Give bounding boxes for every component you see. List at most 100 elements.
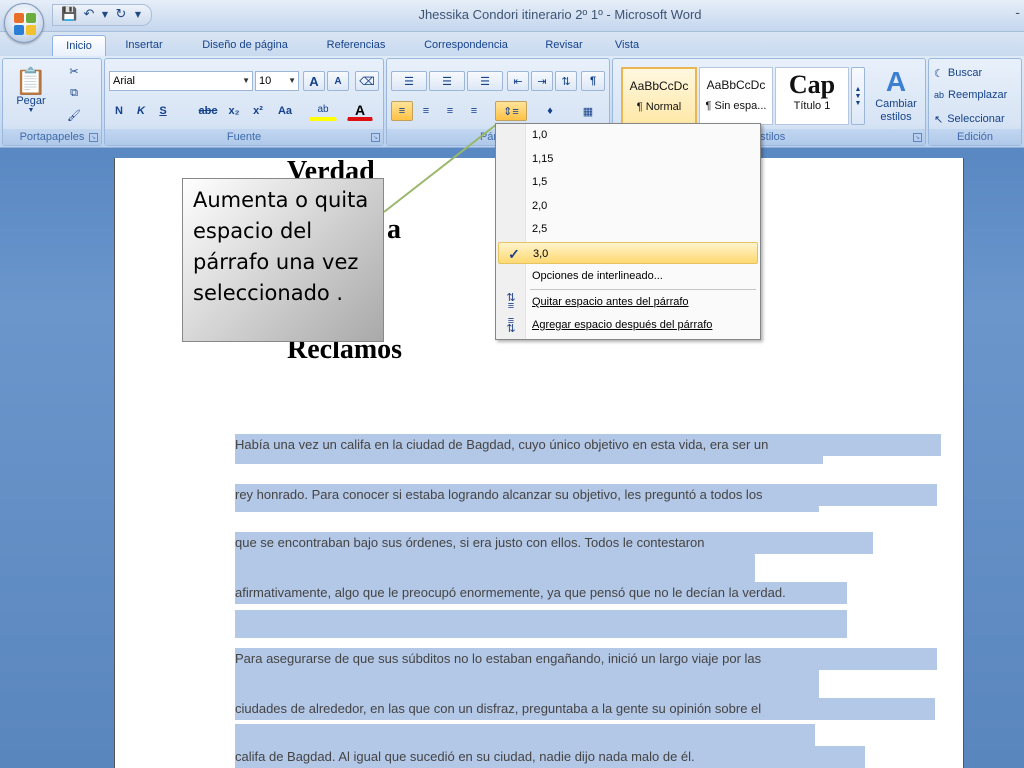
find-button[interactable]: ☾ Buscar xyxy=(933,63,1021,83)
menu-item-spacing-2-5[interactable]: 2,5 xyxy=(498,218,758,240)
checkmark-icon: ✓ xyxy=(508,246,520,262)
line-spacing-button[interactable]: ⇕≡ xyxy=(495,101,527,121)
grow-font-button[interactable]: A xyxy=(303,71,325,91)
paragraph-line: ciudades de alrededor, en las que con un… xyxy=(235,698,935,720)
menu-item-spacing-1-5[interactable]: 1,5 xyxy=(498,171,758,193)
cut-button[interactable]: ✂ xyxy=(63,61,85,81)
numbered-list-icon: ☰ xyxy=(442,75,452,88)
strikethrough-button[interactable]: abc xyxy=(195,101,221,121)
chevron-down-icon: ▼ xyxy=(288,76,296,85)
paste-button[interactable]: 📋 Pegar ▼ xyxy=(7,61,55,119)
align-center-button[interactable]: ≡ xyxy=(415,101,437,121)
styles-scroll-button[interactable]: ▲ ▼ ▼ xyxy=(851,67,865,125)
undo-dropdown-icon[interactable]: ▼ xyxy=(101,7,109,23)
remove-space-before-icon: ⇅ ≡ xyxy=(506,292,516,312)
editing-group-label: Edición xyxy=(929,129,1021,145)
numbering-button[interactable]: ☰ xyxy=(429,71,465,91)
shrink-font-button[interactable]: A xyxy=(327,71,349,91)
show-marks-button[interactable]: ¶ xyxy=(581,71,605,91)
font-name-combo[interactable]: Arial ▼ xyxy=(109,71,253,91)
justify-button[interactable]: ≡ xyxy=(463,101,485,121)
select-button[interactable]: ↖ Seleccionar xyxy=(933,109,1021,129)
clear-format-button[interactable]: ⌫ xyxy=(355,71,379,91)
clipboard-icon: 📋 xyxy=(14,65,48,96)
brush-icon: 🖌 xyxy=(67,109,81,122)
tab-correspondencia[interactable]: Correspondencia xyxy=(410,35,522,56)
menu-item-add-space-after[interactable]: ≡ ⇅ Agregar espacio después del párrafo xyxy=(498,314,758,336)
clipboard-group: 📋 Pegar ▼ ✂ ⧉ 🖌 Portapapeles ↘ xyxy=(2,58,102,146)
clipboard-group-label: Portapapeles xyxy=(3,129,101,145)
style-normal[interactable]: AaBbCcDc ¶ Normal xyxy=(621,67,697,125)
bold-button[interactable]: N xyxy=(109,101,129,121)
window-title: Jhessika Condori itinerario 2º 1º - Micr… xyxy=(418,7,702,22)
superscript-button[interactable]: x² xyxy=(247,101,269,121)
save-icon[interactable]: 💾 xyxy=(61,7,77,23)
format-painter-button[interactable]: 🖌 xyxy=(63,105,85,125)
more-icon: ▼ xyxy=(854,99,862,107)
style-heading1[interactable]: Cap Título 1 xyxy=(775,67,849,125)
copy-button[interactable]: ⧉ xyxy=(63,83,85,103)
office-logo-icon xyxy=(14,13,36,35)
style-no-spacing[interactable]: AaBbCcDc ¶ Sin espa... xyxy=(699,67,773,125)
font-group: Arial ▼ 10 ▼ A A ⌫ N K S abc x₂ x² Aa ab A… xyxy=(104,58,384,146)
tab-referencias[interactable]: Referencias xyxy=(316,35,396,56)
increase-indent-button[interactable]: ⇥ xyxy=(531,71,553,91)
clipboard-launcher-icon[interactable]: ↘ xyxy=(89,133,98,142)
border-icon: ▦ xyxy=(582,105,594,118)
line-spacing-menu: 1,0 1,15 1,5 2,0 2,5 ✓ 3,0 Opciones de i… xyxy=(495,123,761,340)
indent-icon: ⇥ xyxy=(537,75,547,88)
redo-icon[interactable]: ↻ xyxy=(113,7,129,23)
font-launcher-icon[interactable]: ↘ xyxy=(371,133,380,142)
tab-revisar[interactable]: Revisar xyxy=(536,35,592,56)
highlight-button[interactable]: ab xyxy=(309,101,337,121)
menu-item-spacing-1-0[interactable]: 1,0 xyxy=(498,124,758,146)
tab-vista[interactable]: Vista xyxy=(604,35,650,56)
office-button[interactable] xyxy=(4,3,44,43)
change-styles-button[interactable]: A Cambiar estilos xyxy=(867,61,925,129)
font-size-combo[interactable]: 10 ▼ xyxy=(255,71,299,91)
subscript-button[interactable]: x₂ xyxy=(223,101,245,121)
styles-launcher-icon[interactable]: ↘ xyxy=(913,133,922,142)
eraser-icon: ⌫ xyxy=(359,75,375,88)
borders-button[interactable]: ▦ xyxy=(571,101,605,121)
editing-group: ☾ Buscar ab Reemplazar ↖ Seleccionar Edició… xyxy=(928,58,1022,146)
annotation-callout: Aumenta o quita espacio del párrafo una … xyxy=(182,178,384,342)
sort-icon: ⇅ xyxy=(561,75,571,88)
align-left-button[interactable]: ≡ xyxy=(391,101,413,121)
ribbon-tabs: Inicio Insertar Diseño de página Referen… xyxy=(0,32,1024,56)
chevron-down-icon: ▼ xyxy=(854,92,862,100)
title-bar: 💾 ↶ ▼ ↻ ▼ Jhessika Condori itinerario 2º… xyxy=(0,0,1024,32)
paragraph-line: califa de Bagdad. Al igual que sucedió e… xyxy=(235,746,865,768)
customize-qat-icon[interactable]: ▼ xyxy=(133,7,143,23)
tab-inicio[interactable]: Inicio xyxy=(52,35,106,56)
menu-item-spacing-2-0[interactable]: 2,0 xyxy=(498,195,758,217)
paragraph-line: afirmativamente, algo que le preocupó en… xyxy=(235,582,847,604)
multilevel-list-button[interactable]: ☰ xyxy=(467,71,503,91)
menu-item-spacing-3-0[interactable]: ✓ 3,0 xyxy=(498,242,758,264)
tab-diseno-pagina[interactable]: Diseño de página xyxy=(186,35,304,56)
align-right-button[interactable]: ≡ xyxy=(439,101,461,121)
sort-button[interactable]: ⇅ xyxy=(555,71,577,91)
menu-separator xyxy=(530,289,756,290)
decrease-indent-button[interactable]: ⇤ xyxy=(507,71,529,91)
change-case-button[interactable]: Aa xyxy=(271,101,299,121)
italic-button[interactable]: K xyxy=(131,101,151,121)
tab-insertar[interactable]: Insertar xyxy=(114,35,174,56)
replace-icon: ab xyxy=(934,90,945,100)
menu-item-remove-space-before[interactable]: ⇅ ≡ Quitar espacio antes del párrafo xyxy=(498,291,758,313)
binoculars-icon: ☾ xyxy=(934,67,944,80)
align-left-icon: ≡ xyxy=(398,105,406,117)
font-color-button[interactable]: A xyxy=(347,101,373,121)
bullets-button[interactable]: ☰ xyxy=(391,71,427,91)
multilevel-list-icon: ☰ xyxy=(480,75,490,88)
chevron-down-icon: ▼ xyxy=(27,106,35,114)
menu-item-spacing-options[interactable]: Opciones de interlineado... xyxy=(498,265,758,287)
minimize-button[interactable]: - xyxy=(1015,6,1020,21)
replace-button[interactable]: ab Reemplazar xyxy=(933,85,1021,105)
undo-icon[interactable]: ↶ xyxy=(81,7,97,23)
copy-icon: ⧉ xyxy=(70,86,78,99)
underline-button[interactable]: S xyxy=(153,101,173,121)
chevron-up-icon: ▲ xyxy=(854,85,862,93)
shading-button[interactable]: ♦ xyxy=(533,101,567,121)
menu-item-spacing-1-15[interactable]: 1,15 xyxy=(498,148,758,170)
